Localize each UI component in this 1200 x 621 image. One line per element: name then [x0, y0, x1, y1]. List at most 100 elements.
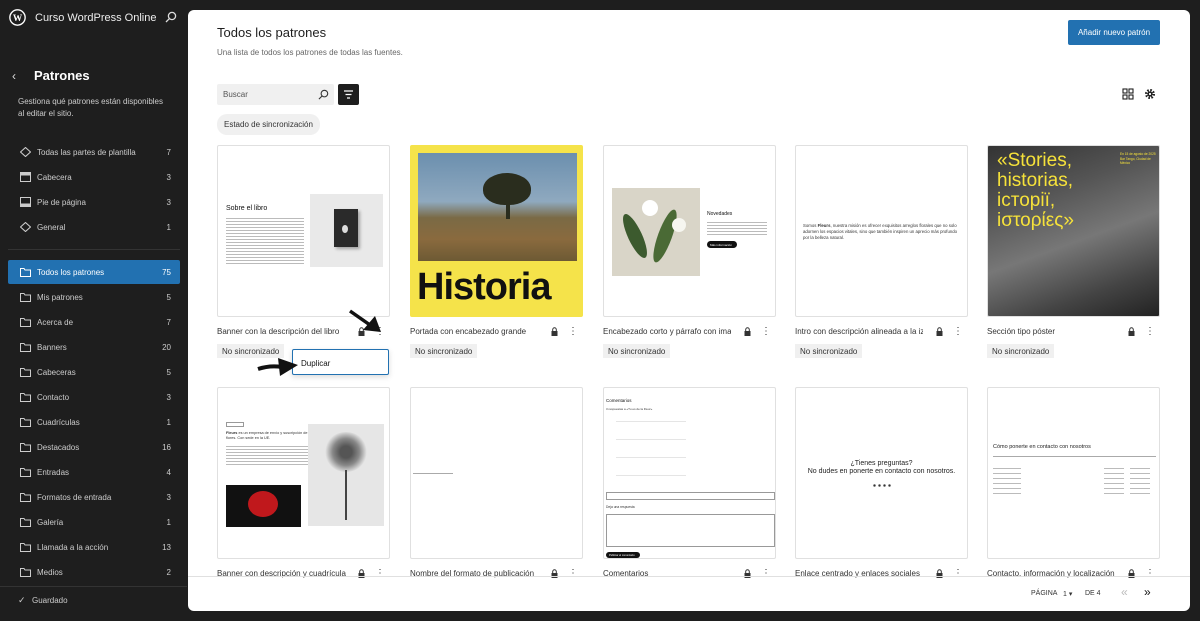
folder-icon: [20, 342, 31, 352]
sidebar-item-category[interactable]: Contacto 3: [8, 385, 180, 409]
previous-page-icon[interactable]: «: [1121, 585, 1128, 599]
search-placeholder: Buscar: [223, 90, 248, 99]
contact-column-a: [993, 464, 1021, 498]
lock-icon: [551, 327, 558, 336]
filter-button[interactable]: [338, 84, 359, 105]
diamond-icon: [19, 221, 32, 233]
submit-comment-button: Publicar el comentario: [606, 552, 640, 558]
sidebar-item-label: Todas las partes de plantilla: [37, 148, 136, 157]
wordpress-logo-icon[interactable]: W: [9, 9, 26, 26]
sidebar-item-label: Destacados: [37, 443, 80, 452]
sync-status-filter[interactable]: Estado de sincronización: [217, 114, 320, 135]
folder-icon: [20, 367, 31, 377]
sidebar-item-category[interactable]: Acerca de 7: [8, 310, 180, 334]
more-options-icon[interactable]: ⋮: [1145, 326, 1155, 337]
sidebar-item-category[interactable]: Mis patrones 5: [8, 285, 180, 309]
sidebar-item-template-part[interactable]: Todas las partes de plantilla 7: [8, 140, 180, 164]
pattern-preview[interactable]: Comentarios 3 respuestas a «Tu es de la …: [603, 387, 776, 559]
sidebar-item-category[interactable]: Entradas 4: [8, 460, 180, 484]
pattern-preview[interactable]: «Stories, historias, історії, iστορίες» …: [987, 145, 1160, 317]
social-line-2: No dudes en ponerte en contacto con noso…: [807, 468, 956, 475]
sidebar-item-label: Cabeceras: [37, 368, 76, 377]
cover-heading: Historia: [417, 266, 551, 308]
sidebar-item-category[interactable]: Llamada a la acción 13: [8, 535, 180, 559]
pattern-title[interactable]: Banner con la descripción del libro: [217, 327, 350, 336]
duplicate-menu-item[interactable]: Duplicar: [292, 349, 389, 375]
page-subtitle: Una lista de todos los patrones de todas…: [217, 48, 403, 57]
sidebar-item-count: 3: [166, 198, 171, 207]
pattern-preview[interactable]: [410, 387, 583, 559]
pattern-preview[interactable]: Fleurs es un empresa de envío y suscripc…: [217, 387, 390, 559]
red-flower-image: [226, 485, 301, 527]
pattern-preview[interactable]: Historia: [410, 145, 583, 317]
sidebar-item-category[interactable]: Galería 1: [8, 510, 180, 534]
search-icon[interactable]: [165, 11, 177, 23]
sidebar-item-category[interactable]: Medios 2: [8, 560, 180, 584]
sidebar-item-category[interactable]: Formatos de entrada 3: [8, 485, 180, 509]
back-icon[interactable]: ‹: [12, 69, 16, 83]
book-image: [310, 194, 383, 267]
sidebar-item-label: Mis patrones: [37, 293, 83, 302]
sidebar-item-label: Contacto: [37, 393, 70, 402]
sidebar-item-template-part[interactable]: General 1: [8, 215, 180, 239]
preview-text-lines: [226, 444, 308, 466]
search-input[interactable]: Buscar: [217, 84, 334, 105]
gear-icon[interactable]: [1144, 88, 1156, 100]
site-name[interactable]: Curso WordPress Online: [35, 12, 156, 24]
intro-text-a: Somos: [803, 223, 818, 228]
sidebar-item-template-part[interactable]: Pie de página 3: [8, 190, 180, 214]
sidebar-item-category[interactable]: Cabeceras 5: [8, 360, 180, 384]
annotation-arrow-icon: [257, 358, 298, 376]
sync-badge: No sincronizado: [795, 344, 863, 358]
preview-text-lines: [226, 216, 304, 264]
page-title: Todos los patrones: [217, 25, 327, 40]
lock-icon: [1128, 327, 1135, 336]
sidebar-item-category[interactable]: Todos los patrones 75: [8, 260, 180, 284]
folder-icon: [20, 292, 31, 302]
more-options-icon[interactable]: ⋮: [953, 326, 963, 337]
annotation-arrow-icon: [348, 309, 381, 332]
pattern-title[interactable]: Portada con encabezado grande: [410, 327, 543, 336]
pattern-preview[interactable]: Novedades Más información: [603, 145, 776, 317]
sidebar-item-category[interactable]: Banners 20: [8, 335, 180, 359]
sidebar-item-label: Entradas: [37, 468, 70, 477]
pattern-preview[interactable]: ¿Tienes preguntas? No dudes en ponerte e…: [795, 387, 968, 559]
pattern-title[interactable]: Sección tipo póster: [987, 327, 1120, 336]
grid-bold: Fleurs: [226, 431, 238, 435]
add-pattern-button[interactable]: Añadir nuevo patrón: [1068, 20, 1160, 45]
next-page-icon[interactable]: »: [1144, 585, 1151, 599]
pattern-title[interactable]: Intro con descripción alineada a la izqu…: [795, 327, 923, 336]
preview-line: [413, 473, 453, 474]
more-options-icon[interactable]: ⋮: [761, 326, 771, 337]
pattern-title[interactable]: Encabezado corto y párrafo con imagen: [603, 327, 731, 336]
sidebar-item-count: 7: [166, 318, 171, 327]
page-select[interactable]: 1 ▾: [1063, 590, 1072, 598]
site-header: W Curso WordPress Online: [0, 0, 187, 36]
folder-icon: [20, 392, 31, 402]
sidebar-description: Gestiona qué patrones están disponibles …: [18, 97, 163, 118]
sidebar-item-label: Medios: [37, 568, 63, 577]
lily-image: [612, 188, 700, 276]
sidebar-item-label: Cabecera: [37, 173, 72, 182]
sidebar-item-template-part[interactable]: Cabecera 3: [8, 165, 180, 189]
grid-view-icon[interactable]: [1122, 88, 1134, 100]
pattern-preview[interactable]: Somos Fleurs, nuestra misión es ofrecer …: [795, 145, 968, 317]
sidebar-item-count: 5: [166, 368, 171, 377]
preview-text: Fleurs es un empresa de envío y suscripc…: [226, 431, 308, 441]
preview-tag: [226, 422, 244, 427]
sidebar-item-count: 1: [166, 223, 171, 232]
sidebar-item-count: 3: [166, 493, 171, 502]
more-options-icon[interactable]: ⋮: [568, 326, 578, 337]
sidebar-item-count: 20: [162, 343, 171, 352]
sidebar-item-count: 1: [166, 518, 171, 527]
folder-icon: [20, 542, 31, 552]
pattern-preview[interactable]: Sobre el libro: [217, 145, 390, 317]
search-icon[interactable]: [318, 89, 329, 100]
sidebar-item-category[interactable]: Destacados 16: [8, 435, 180, 459]
pattern-preview[interactable]: Cómo ponerte en contacto con nosotros: [987, 387, 1160, 559]
lock-icon: [936, 327, 943, 336]
page-label: PÁGINA: [1031, 590, 1058, 597]
save-status-label: Guardado: [32, 596, 68, 605]
sidebar-item-category[interactable]: Cuadrículas 1: [8, 410, 180, 434]
header-icon: [20, 172, 31, 182]
